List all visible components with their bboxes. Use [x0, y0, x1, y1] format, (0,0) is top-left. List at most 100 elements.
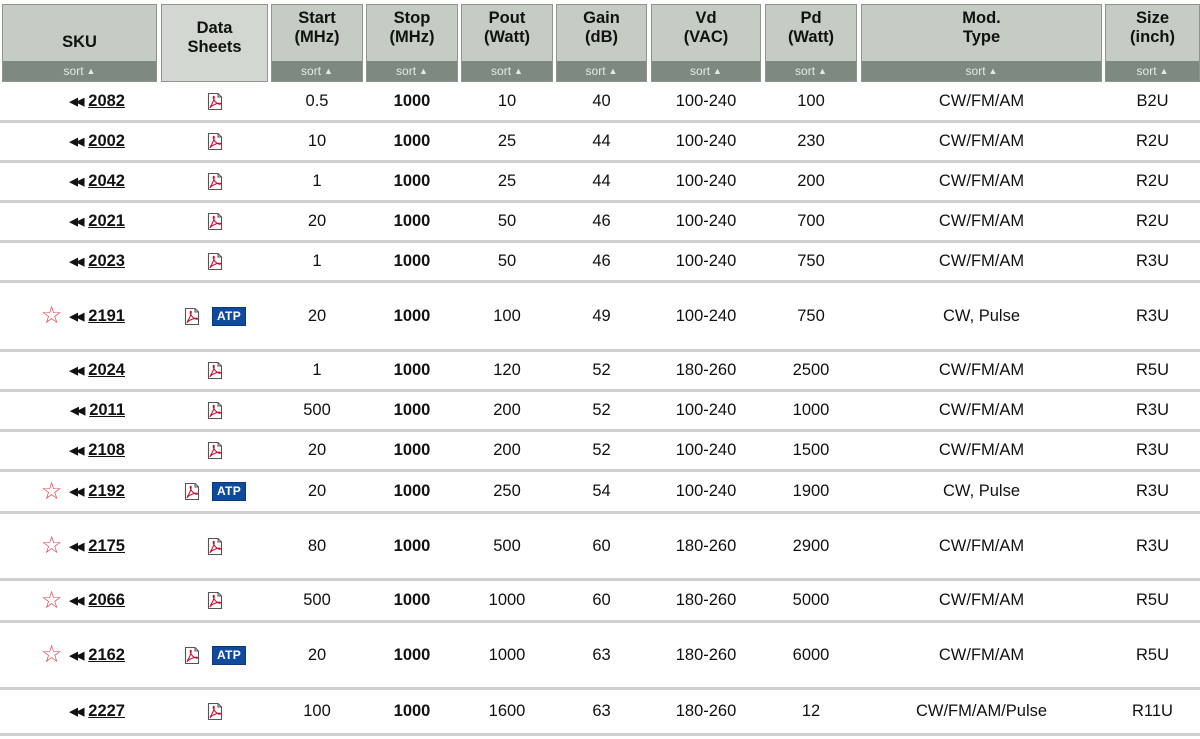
pdf-icon[interactable] — [183, 646, 201, 665]
cell-vd-vac: 100-240 — [651, 203, 761, 240]
rewind-arrow-icon: ◀◀ — [69, 706, 84, 718]
sort-link[interactable]: sort ▲ — [367, 61, 457, 81]
table-row: ☆ ◀◀ 2066 500 1000 1000 60 180-260 5000 CW/FM/AM R… — [0, 581, 1200, 623]
cell-data-sheets — [161, 83, 268, 120]
header-stop-mhz[interactable]: Stop (MHz) sort ▲ — [366, 4, 458, 82]
sort-link[interactable]: sort ▲ — [462, 61, 552, 81]
star-icon[interactable]: ☆ — [41, 588, 63, 613]
header-gain-db[interactable]: Gain (dB) sort ▲ — [556, 4, 647, 82]
cell-mod-type: CW/FM/AM — [861, 352, 1102, 389]
sku-link[interactable]: 2191 — [88, 307, 125, 326]
value-stop-mhz: 1000 — [393, 361, 431, 379]
header-pout-watt[interactable]: Pout (Watt) sort ▲ — [461, 4, 553, 82]
sku-link[interactable]: 2162 — [88, 646, 125, 665]
value-pout-watt: 500 — [493, 536, 521, 555]
cell-size-inch: R5U — [1105, 352, 1200, 389]
cell-size-inch: R2U — [1105, 203, 1200, 240]
star-icon[interactable]: ☆ — [41, 479, 63, 504]
cell-start-mhz: 0.5 — [271, 83, 363, 120]
atp-badge[interactable]: ATP — [211, 645, 246, 665]
sort-link[interactable]: sort ▲ — [557, 61, 646, 81]
sort-link[interactable]: sort ▲ — [272, 61, 362, 81]
pdf-icon[interactable] — [206, 702, 224, 721]
value-size-inch: B2U — [1136, 92, 1169, 110]
pdf-icon[interactable] — [206, 132, 224, 151]
value-pd-watt: 750 — [797, 306, 825, 325]
value-mod-type: CW/FM/AM — [938, 252, 1025, 270]
rewind-arrow-icon: ◀◀ — [69, 595, 84, 607]
sku-link[interactable]: 2024 — [88, 361, 125, 380]
atp-badge[interactable]: ATP — [211, 306, 246, 326]
cell-pout-watt: 50 — [461, 203, 553, 240]
cell-gain-db: 63 — [556, 623, 647, 687]
pdf-icon[interactable] — [206, 441, 224, 460]
sku-link[interactable]: 2021 — [88, 212, 125, 231]
cell-pd-watt: 1900 — [765, 472, 857, 511]
pdf-icon[interactable] — [206, 172, 224, 191]
sku-link[interactable]: 2042 — [88, 172, 125, 191]
cell-stop-mhz: 1000 — [366, 283, 458, 349]
value-size-inch: R5U — [1135, 591, 1169, 609]
star-icon[interactable]: ☆ — [41, 643, 63, 667]
header-sku[interactable]: SKU sort ▲ — [2, 4, 157, 82]
cell-stop-mhz: 1000 — [366, 163, 458, 200]
value-start-mhz: 1 — [312, 252, 322, 270]
sku-link[interactable]: 2192 — [88, 482, 125, 501]
sku-link[interactable]: 2066 — [88, 591, 125, 610]
star-icon[interactable]: ☆ — [41, 304, 63, 328]
cell-sku: ◀◀ 2227 — [2, 690, 157, 733]
sku-link[interactable]: 2082 — [88, 92, 125, 111]
cell-vd-vac: 180-260 — [651, 690, 761, 733]
cell-mod-type: CW/FM/AM — [861, 83, 1102, 120]
header-label-line2: (MHz) — [389, 28, 435, 46]
header-label-line1: Mod. — [962, 9, 1001, 27]
header-vd-vac[interactable]: Vd (VAC) sort ▲ — [651, 4, 761, 82]
header-pd-watt[interactable]: Pd (Watt) sort ▲ — [765, 4, 857, 82]
sku-link[interactable]: 2227 — [88, 702, 125, 721]
sku-link[interactable]: 2011 — [89, 401, 125, 420]
cell-size-inch: R3U — [1105, 283, 1200, 349]
sort-link[interactable]: sort ▲ — [1106, 61, 1199, 81]
rewind-arrow-icon: ◀◀ — [69, 136, 84, 148]
header-label-line2: Type — [962, 28, 1001, 46]
cell-mod-type: CW/FM/AM/Pulse — [861, 690, 1102, 733]
row-divider — [0, 733, 1200, 736]
value-pout-watt: 10 — [497, 92, 517, 110]
cell-vd-vac: 100-240 — [651, 123, 761, 160]
value-vd-vac: 100-240 — [675, 172, 737, 190]
sort-link[interactable]: sort ▲ — [3, 61, 156, 81]
sort-ascending-icon: ▲ — [324, 66, 333, 76]
sort-link[interactable]: sort ▲ — [766, 61, 856, 81]
pdf-icon[interactable] — [206, 537, 224, 556]
pdf-icon[interactable] — [183, 307, 201, 326]
sort-link[interactable]: sort ▲ — [862, 61, 1101, 81]
header-label-line2: (Watt) — [787, 28, 835, 46]
pdf-icon[interactable] — [206, 92, 224, 111]
pdf-icon[interactable] — [206, 591, 224, 610]
pdf-icon[interactable] — [206, 212, 224, 231]
value-gain-db: 63 — [592, 645, 611, 664]
sku-link[interactable]: 2023 — [88, 252, 125, 271]
value-mod-type: CW/FM/AM — [938, 591, 1025, 609]
cell-gain-db: 60 — [556, 514, 647, 578]
cell-vd-vac: 100-240 — [651, 392, 761, 429]
header-start-mhz[interactable]: Start (MHz) sort ▲ — [271, 4, 363, 82]
sku-link[interactable]: 2002 — [88, 132, 125, 151]
sku-link[interactable]: 2108 — [88, 441, 125, 460]
cell-data-sheets — [161, 432, 268, 469]
cell-pout-watt: 100 — [461, 283, 553, 349]
pdf-icon[interactable] — [206, 361, 224, 380]
pdf-icon[interactable] — [206, 401, 224, 420]
sku-link[interactable]: 2175 — [88, 537, 125, 556]
header-size-inch[interactable]: Size (inch) sort ▲ — [1105, 4, 1200, 82]
header-data-sheets-label: Data Sheets — [162, 19, 267, 57]
rewind-arrow-icon: ◀◀ — [69, 540, 84, 553]
star-icon[interactable]: ☆ — [41, 534, 63, 558]
pdf-icon[interactable] — [183, 482, 201, 501]
header-mod-type[interactable]: Mod. Type sort ▲ — [861, 4, 1102, 82]
pdf-icon[interactable] — [206, 252, 224, 271]
value-vd-vac: 180-260 — [675, 591, 737, 609]
table-row: ◀◀ 2227 100 1000 1600 63 180-260 12 CW/FM/AM/Pul… — [0, 690, 1200, 736]
atp-badge[interactable]: ATP — [211, 482, 246, 501]
sort-link[interactable]: sort ▲ — [652, 61, 760, 81]
